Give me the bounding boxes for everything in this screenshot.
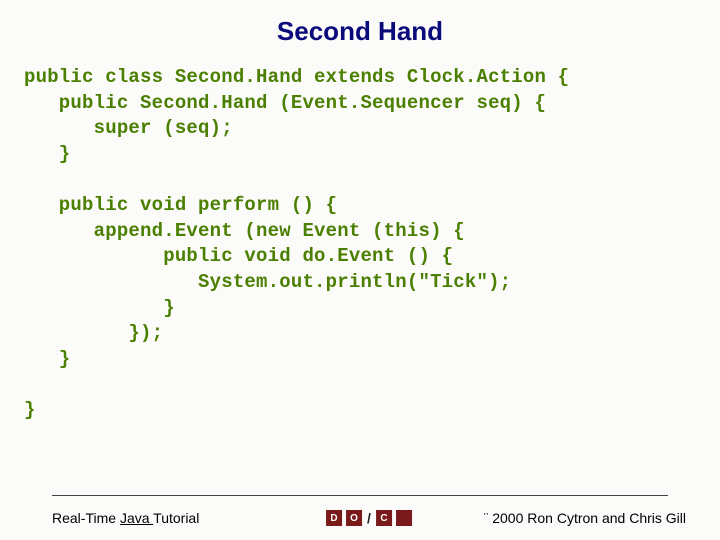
footer-left-suffix: Tutorial — [153, 510, 199, 526]
code-block: public class Second.Hand extends Clock.A… — [24, 65, 696, 424]
footer-left-underline: Java — [120, 510, 153, 526]
footer: Real-Time Java Tutorial D O / C ¨ 2000 R… — [52, 510, 686, 526]
logo-chip-blank — [396, 510, 412, 526]
logo-chip-d: D — [326, 510, 342, 526]
logo-slash-icon: / — [366, 510, 372, 526]
slide-title: Second Hand — [24, 16, 696, 47]
logo-chip-c: C — [376, 510, 392, 526]
footer-left-prefix: Real-Time — [52, 510, 120, 526]
footer-right: ¨ 2000 Ron Cytron and Chris Gill — [484, 510, 686, 526]
footer-divider — [52, 495, 668, 496]
logo-chip-o: O — [346, 510, 362, 526]
slide: Second Hand public class Second.Hand ext… — [0, 0, 720, 540]
footer-left: Real-Time Java Tutorial — [52, 510, 199, 526]
footer-logo: D O / C — [326, 510, 412, 526]
